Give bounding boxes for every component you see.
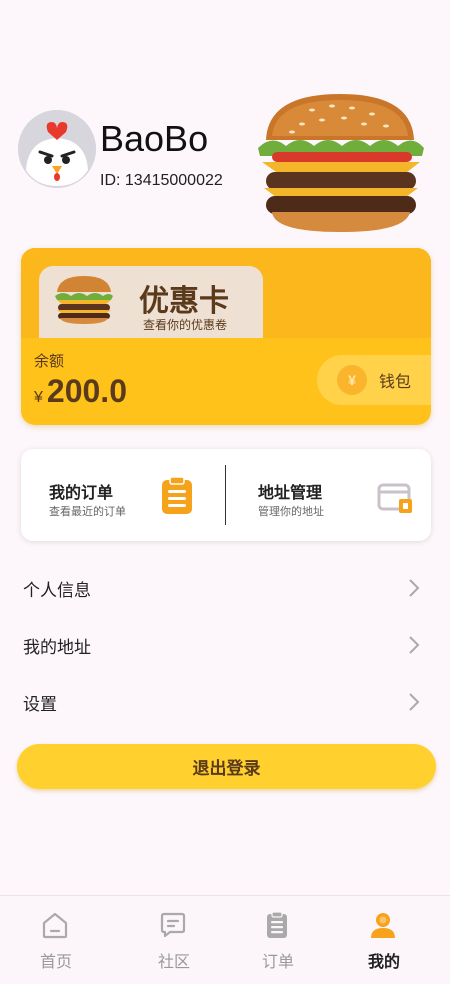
chevron-right-icon bbox=[409, 636, 420, 654]
coupon-title: 优惠卡 bbox=[139, 284, 229, 319]
chevron-right-icon bbox=[409, 693, 420, 711]
orders-icon bbox=[267, 911, 287, 938]
balance-value: ¥200.0 bbox=[34, 373, 127, 410]
profile-header: BaoBo ID: 13415000022 bbox=[0, 0, 450, 245]
my-orders-button[interactable]: 我的订单 查看最近的订单 bbox=[21, 449, 226, 541]
tab-community[interactable]: 社区 bbox=[118, 896, 230, 984]
menu-item-label: 个人信息 bbox=[23, 580, 91, 601]
balance-amount: 200.0 bbox=[46, 373, 127, 409]
wallet-button[interactable]: ¥ 钱包 bbox=[317, 355, 431, 405]
coupon-card[interactable]: 优惠卡 查看你的优惠卷 bbox=[39, 266, 263, 338]
quick-action-title: 我的订单 bbox=[49, 483, 114, 502]
clipboard-icon bbox=[162, 476, 192, 514]
coupon-wallet-card: 优惠卡 查看你的优惠卷 余额 ¥200.0 ¥ 钱包 bbox=[21, 248, 431, 425]
logout-button[interactable]: 退出登录 bbox=[17, 744, 436, 789]
tab-label: 我的 bbox=[367, 952, 400, 971]
chevron-right-icon bbox=[409, 579, 420, 597]
menu-item-my-address[interactable]: 我的地址 bbox=[0, 617, 450, 673]
profile-icon bbox=[371, 913, 395, 938]
wallet-label: 钱包 bbox=[379, 372, 412, 391]
tab-label: 社区 bbox=[157, 952, 190, 971]
quick-action-title: 地址管理 bbox=[258, 483, 323, 502]
user-id: ID: 13415000022 bbox=[100, 172, 223, 189]
tab-me[interactable]: 我的 bbox=[328, 896, 440, 984]
tab-label: 首页 bbox=[39, 952, 72, 971]
username: BaoBo bbox=[100, 118, 209, 159]
address-card-icon bbox=[377, 483, 412, 513]
tab-label: 订单 bbox=[261, 952, 294, 971]
menu-item-settings[interactable]: 设置 bbox=[0, 674, 450, 730]
tab-home[interactable]: 首页 bbox=[0, 896, 112, 984]
home-icon bbox=[42, 912, 68, 939]
bottom-tab-bar: 首页 社区 订单 我的 bbox=[0, 895, 450, 984]
address-management-button[interactable]: 地址管理 管理你的地址 bbox=[226, 449, 431, 541]
menu-item-label: 设置 bbox=[23, 694, 57, 715]
burger-thumbnail bbox=[55, 276, 113, 324]
tab-orders[interactable]: 订单 bbox=[222, 896, 334, 984]
quick-action-subtitle: 管理你的地址 bbox=[258, 505, 324, 518]
balance-label: 余额 bbox=[34, 352, 65, 370]
avatar[interactable] bbox=[18, 110, 96, 188]
quick-action-subtitle: 查看最近的订单 bbox=[49, 505, 126, 518]
menu-item-label: 我的地址 bbox=[23, 637, 91, 658]
currency-symbol: ¥ bbox=[34, 389, 43, 406]
quick-actions: 我的订单 查看最近的订单 地址管理 管理你的地址 bbox=[21, 449, 431, 541]
menu-item-personal-info[interactable]: 个人信息 bbox=[0, 560, 450, 616]
coupon-subtitle: 查看你的优惠卷 bbox=[143, 318, 228, 332]
coin-icon: ¥ bbox=[337, 365, 367, 395]
chicken-avatar-icon bbox=[18, 110, 96, 188]
chat-icon bbox=[160, 912, 186, 938]
burger-image bbox=[258, 94, 424, 232]
